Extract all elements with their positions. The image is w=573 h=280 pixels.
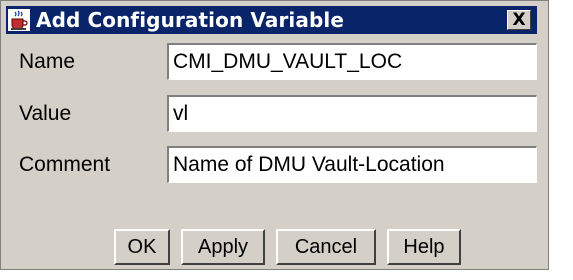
dialog-window: Add Configuration Variable X Name Value … bbox=[0, 0, 549, 270]
close-icon: X bbox=[512, 9, 526, 30]
name-row: Name bbox=[13, 43, 538, 81]
window-title: Add Configuration Variable bbox=[36, 8, 344, 32]
value-label: Value bbox=[19, 102, 72, 125]
name-label: Name bbox=[19, 50, 76, 73]
name-input[interactable] bbox=[167, 43, 537, 80]
value-row: Value bbox=[13, 95, 538, 133]
comment-row: Comment bbox=[13, 146, 538, 184]
comment-input[interactable] bbox=[167, 146, 537, 183]
apply-button[interactable]: Apply bbox=[181, 229, 265, 265]
title-bar[interactable]: Add Configuration Variable X bbox=[6, 6, 537, 34]
value-input[interactable] bbox=[167, 95, 537, 132]
close-button[interactable]: X bbox=[507, 10, 531, 30]
java-cup-icon bbox=[8, 9, 30, 31]
help-button[interactable]: Help bbox=[387, 229, 461, 265]
ok-button[interactable]: OK bbox=[114, 229, 170, 265]
comment-label: Comment bbox=[19, 153, 111, 176]
cancel-button[interactable]: Cancel bbox=[276, 229, 376, 265]
